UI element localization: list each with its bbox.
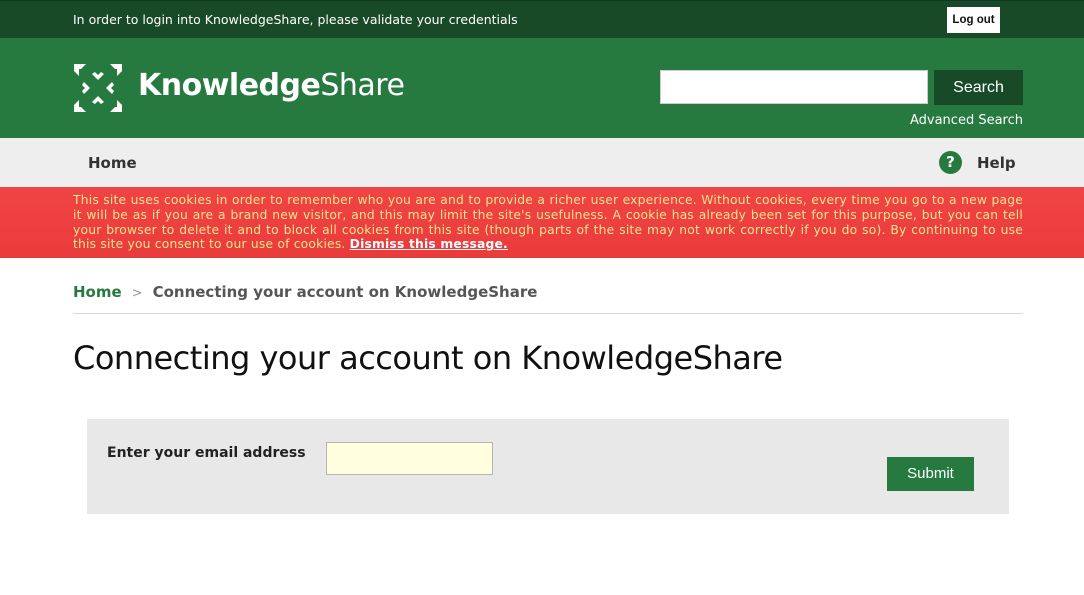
arrows-logo-icon[interactable]	[72, 62, 124, 114]
breadcrumb-separator: >	[131, 286, 143, 301]
search-input[interactable]	[660, 70, 928, 104]
email-form-panel: Enter your email address Submit	[87, 419, 1009, 514]
site-logo-text[interactable]: KnowledgeShare	[138, 68, 405, 103]
page-title: Connecting your account on KnowledgeShar…	[73, 339, 783, 377]
advanced-search-link[interactable]: Advanced Search	[900, 113, 1023, 128]
nav-help-link[interactable]: Help	[977, 154, 1016, 172]
main-nav: Home ? Help	[0, 138, 1084, 187]
logo-text-bold: Knowledge	[138, 68, 321, 103]
cookie-banner: This site uses cookies in order to remem…	[0, 187, 1084, 258]
logo-text-light: Share	[320, 68, 405, 103]
cookie-text: This site uses cookies in order to remem…	[73, 193, 1023, 252]
help-icon[interactable]: ?	[939, 151, 962, 174]
site-header: KnowledgeShare Search Advanced Search	[0, 38, 1084, 138]
cookie-message: This site uses cookies in order to remem…	[73, 193, 1023, 252]
top-bar: In order to login into KnowledgeShare, p…	[0, 0, 1084, 38]
dismiss-cookie-link[interactable]: Dismiss this message.	[350, 237, 508, 251]
breadcrumb: Home > Connecting your account on Knowledg…	[73, 283, 1023, 314]
breadcrumb-current: Connecting your account on KnowledgeShar…	[152, 283, 538, 301]
nav-home-link[interactable]: Home	[88, 154, 137, 172]
submit-button[interactable]: Submit	[887, 457, 974, 491]
email-label: Enter your email address	[107, 445, 306, 461]
breadcrumb-home-link[interactable]: Home	[73, 283, 122, 301]
logout-button[interactable]: Log out	[947, 7, 1000, 33]
search-button[interactable]: Search	[934, 70, 1023, 105]
login-validation-message: In order to login into KnowledgeShare, p…	[73, 12, 518, 27]
email-input[interactable]	[326, 442, 493, 475]
